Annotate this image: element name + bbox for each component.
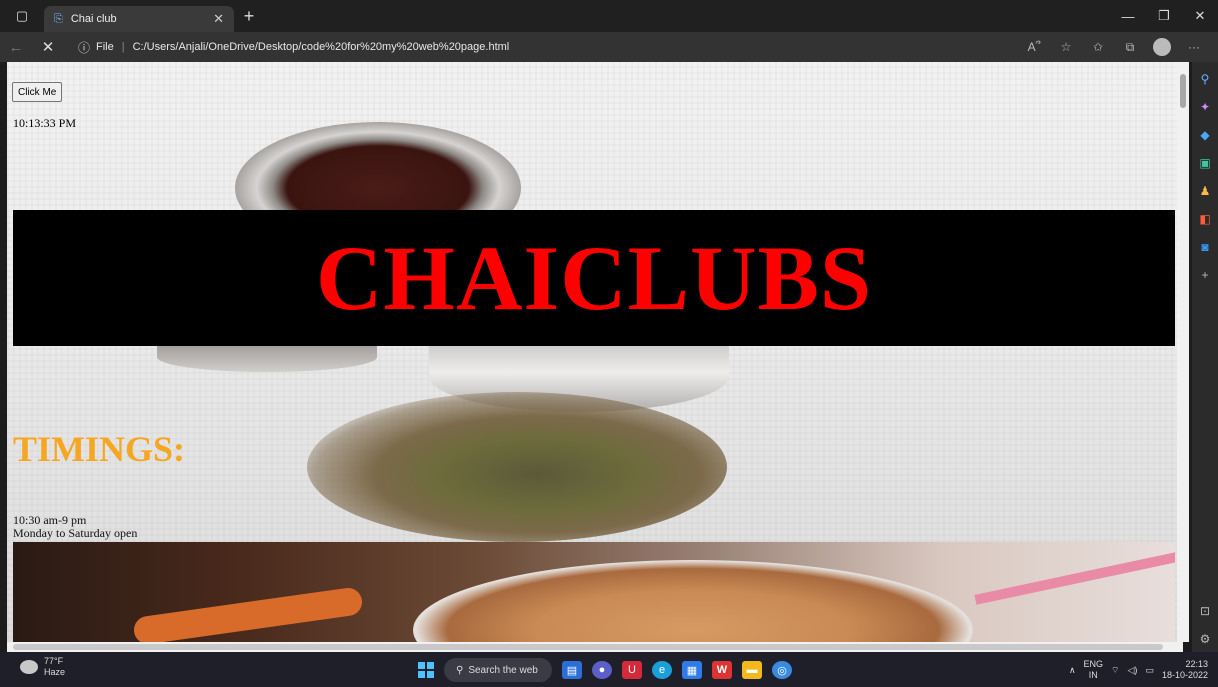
tab-chai-club[interactable]: ⎘ Chai club ✕ — [44, 6, 234, 32]
url-text: C:/Users/Anjali/OneDrive/Desktop/code%20… — [132, 41, 510, 53]
taskbar-search-placeholder: Search the web — [468, 664, 538, 676]
restore-icon[interactable]: ❐ — [1146, 0, 1182, 32]
minimize-icon[interactable]: — — [1110, 0, 1146, 32]
tab-title: Chai club — [70, 13, 117, 25]
volume-icon[interactable]: ◁) — [1128, 665, 1138, 676]
weather-desc: Haze — [44, 667, 66, 677]
tray-overflow-icon[interactable]: ∧ — [1069, 665, 1076, 676]
title-banner: CHAICLUBS — [13, 210, 1175, 346]
add-favorite-icon[interactable]: ☆ — [1050, 40, 1082, 54]
url-separator: | — [121, 41, 125, 53]
battery-icon[interactable]: ▭ — [1145, 665, 1154, 676]
mcafee-icon[interactable]: U — [622, 661, 642, 679]
lang-region: IN — [1088, 670, 1098, 680]
teams-chat-icon[interactable]: ● — [592, 661, 612, 679]
taskbar-clock[interactable]: 22:13 18-10-2022 — [1162, 659, 1208, 681]
wifi-icon[interactable]: ⌔ — [1111, 665, 1119, 676]
stop-loading-icon[interactable]: ✕ — [32, 38, 64, 56]
tea-tin-base-image — [157, 342, 377, 372]
loose-tea-leaves-image — [307, 392, 727, 542]
profile-avatar[interactable] — [1153, 38, 1171, 56]
chai-cup-photo — [13, 542, 1175, 650]
edge-browser-icon[interactable]: e — [652, 661, 672, 679]
days-line: Monday to Saturday open — [13, 526, 138, 540]
wps-office-icon[interactable]: W — [712, 661, 732, 679]
taskbar-center: ⚲ Search the web ▤ ● U e ▦ W ▬ ◎ — [418, 656, 792, 684]
vertical-scrollbar[interactable] — [1177, 62, 1189, 642]
new-tab-icon[interactable]: + — [234, 6, 264, 27]
spoon-image — [132, 586, 364, 646]
collections-icon[interactable]: ⧉ — [1114, 40, 1146, 55]
toolbar-right: A՞ ☆ ✩ ⧉ ··· — [1018, 32, 1210, 62]
edge-sidebar: ⚲ ✦ ◆ ▣ ♟ ◧ ◙ + ⊡ ⚙ — [1192, 62, 1218, 652]
weather-icon — [20, 660, 38, 674]
back-icon[interactable]: ← — [0, 39, 32, 56]
sparkle-icon[interactable]: ✦ — [1198, 100, 1212, 114]
vscode-icon[interactable]: ◎ — [772, 661, 792, 679]
page-favicon-icon: ⎘ — [54, 12, 63, 25]
url-field[interactable]: ⓘ File | C:/Users/Anjali/OneDrive/Deskto… — [78, 35, 1078, 59]
tag-icon[interactable]: ◆ — [1198, 128, 1212, 142]
settings-icon[interactable]: ⚙ — [1198, 632, 1212, 646]
task-view-icon[interactable]: ▤ — [562, 661, 582, 679]
favorites-icon[interactable]: ✩ — [1082, 40, 1114, 54]
search-magnifier-icon: ⚲ — [456, 664, 464, 676]
system-tray: ∧ ENG IN ⌔ ◁) ▭ 22:13 18-10-2022 — [1069, 656, 1208, 684]
horizontal-scroll-thumb[interactable] — [13, 644, 1163, 650]
lang-code: ENG — [1083, 659, 1104, 669]
store-icon[interactable]: ▦ — [682, 661, 702, 679]
url-scheme-label: File — [96, 41, 114, 53]
language-indicator[interactable]: ENG IN — [1084, 659, 1104, 681]
horizontal-scrollbar[interactable] — [7, 642, 1183, 652]
outlook-icon[interactable]: ◙ — [1198, 240, 1212, 254]
file-explorer-icon[interactable]: ▬ — [742, 661, 762, 679]
tab-close-icon[interactable]: ✕ — [213, 11, 224, 27]
taskbar-search[interactable]: ⚲ Search the web — [444, 658, 552, 682]
timings-heading: TIMINGS: — [13, 429, 186, 469]
screen: ▢ ⎘ Chai club ✕ + — ❐ ✕ ← ✕ ⓘ File | C:/… — [0, 0, 1218, 687]
games-icon[interactable]: ♟ — [1198, 184, 1212, 198]
windows-start-icon[interactable] — [418, 662, 434, 678]
add-icon[interactable]: + — [1198, 268, 1212, 282]
screen-icon[interactable]: ⊡ — [1198, 604, 1212, 618]
clock-text: 10:13:33 PM — [13, 116, 77, 130]
shopping-icon[interactable]: ▣ — [1198, 156, 1212, 170]
page-viewport: Click Me 10:13:33 PM CHAICLUBS TIMINGS: … — [7, 62, 1183, 650]
windows-taskbar: 77°F Haze ⚲ Search the web ▤ ● U e ▦ W ▬… — [0, 652, 1218, 687]
read-aloud-icon[interactable]: A՞ — [1018, 40, 1050, 54]
tab-actions-icon[interactable]: ▢ — [0, 0, 44, 32]
weather-widget[interactable]: 77°F Haze — [20, 656, 65, 678]
weather-temp: 77°F — [44, 656, 64, 666]
chai-cup-image — [413, 560, 973, 650]
search-icon[interactable]: ⚲ — [1198, 72, 1212, 86]
more-menu-icon[interactable]: ··· — [1178, 40, 1210, 54]
address-bar: ← ✕ ⓘ File | C:/Users/Anjali/OneDrive/De… — [0, 32, 1218, 62]
window-controls: — ❐ ✕ — [1110, 0, 1218, 32]
click-me-button[interactable]: Click Me — [12, 82, 63, 102]
site-title: CHAICLUBS — [315, 227, 872, 329]
straw-image — [974, 549, 1175, 605]
close-window-icon[interactable]: ✕ — [1182, 0, 1218, 32]
taskbar-date: 18-10-2022 — [1161, 670, 1208, 680]
browser-tab-bar: ▢ ⎘ Chai club ✕ + — ❐ ✕ — [0, 0, 1218, 32]
vertical-scroll-thumb[interactable] — [1180, 74, 1186, 108]
taskbar-time: 22:13 — [1185, 659, 1208, 669]
office-icon[interactable]: ◧ — [1198, 212, 1212, 226]
info-icon: ⓘ — [78, 40, 91, 55]
opening-hours: 10:30 am-9 pm Monday to Saturday open — [13, 514, 137, 540]
